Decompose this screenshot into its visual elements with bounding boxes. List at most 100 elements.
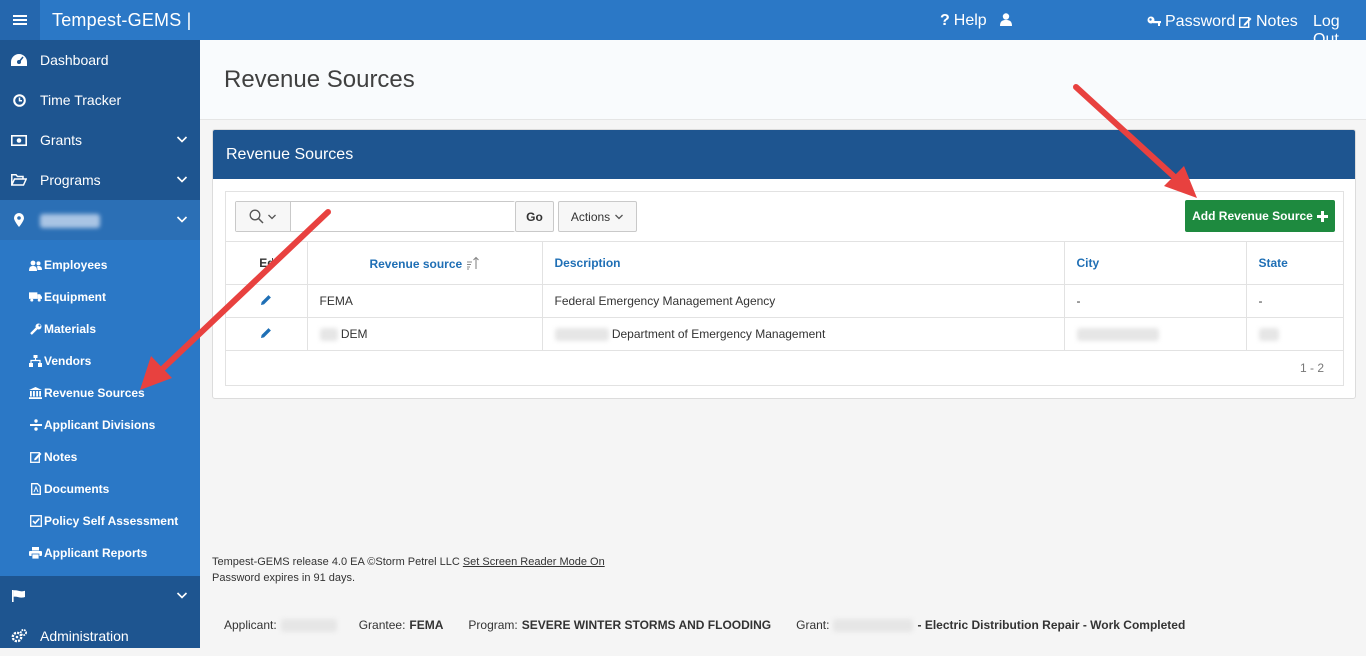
question-icon: ? (940, 12, 950, 29)
sidebar-item-administration[interactable]: Administration (0, 616, 200, 656)
money-icon (11, 132, 27, 148)
hamburger-menu-icon[interactable] (0, 0, 40, 40)
sidebar-item-programs[interactable]: Programs (0, 160, 200, 200)
map-marker-icon (11, 212, 27, 228)
applicant-name-redacted (40, 212, 100, 229)
bank-icon (29, 387, 42, 400)
clock-icon (11, 92, 27, 108)
password-expiry: Password expires in 91 days. (212, 572, 356, 584)
sort-ascending-icon (466, 256, 479, 269)
sidebar-item-applicant-reports[interactable]: Applicant Reports (0, 537, 200, 569)
chevron-up-icon (176, 216, 188, 223)
page-title: Revenue Sources (224, 66, 415, 93)
grant-id-redacted (833, 618, 914, 632)
sidebar-item-vendors[interactable]: Vendors (0, 345, 200, 377)
program-value: SEVERE WINTER STORMS AND FLOODING (521, 618, 772, 632)
screen-reader-mode-link[interactable]: Set Screen Reader Mode On (463, 556, 605, 568)
file-pdf-icon (29, 483, 42, 496)
check-square-icon (29, 515, 42, 528)
state-cell: - (1246, 284, 1343, 318)
chevron-down-icon (176, 136, 188, 143)
password-link[interactable]: Password (1147, 13, 1235, 31)
applicant-submenu: Employees Equipment Materials Vendors Re… (0, 240, 200, 576)
key-icon (1147, 16, 1161, 26)
edit-cell (226, 317, 308, 351)
search-icon (249, 209, 264, 224)
table-header-row: Edit Revenue source Description City Sta… (226, 241, 1343, 285)
truck-icon (29, 291, 42, 304)
divide-icon (29, 419, 42, 432)
chevron-down-icon (268, 214, 276, 219)
print-icon (29, 547, 42, 560)
sidebar-item-documents[interactable]: Documents (0, 473, 200, 505)
state-cell (1246, 317, 1343, 351)
sidebar-item-revenue-sources[interactable]: Revenue Sources (0, 377, 200, 409)
notes-link[interactable]: Notes (1239, 13, 1298, 31)
search-bar (235, 201, 515, 232)
actions-menu-button[interactable]: Actions (558, 201, 637, 232)
top-navigation-bar: Tempest-GEMS | ? Help Password Notes Log… (0, 0, 1366, 48)
plus-icon (1316, 210, 1328, 222)
grantee-label: Grantee: (358, 618, 406, 632)
app-title[interactable]: Tempest-GEMS | (52, 10, 192, 31)
flag-icon (11, 588, 27, 604)
description-cell: Federal Emergency Management Agency (542, 284, 1065, 318)
release-info: Tempest-GEMS release 4.0 EA ©Storm Petre… (212, 556, 605, 568)
sidebar-item-notes[interactable]: Notes (0, 441, 200, 473)
applicant-label: Applicant: (224, 618, 277, 632)
edit-icon (29, 451, 42, 464)
grant-value: - Electric Distribution Repair - Work Co… (917, 618, 1186, 632)
column-header-description[interactable]: Description (542, 241, 1065, 285)
help-link[interactable]: ? Help (940, 12, 987, 30)
city-cell: - (1064, 284, 1247, 318)
dashboard-icon (11, 52, 27, 68)
footer: Tempest-GEMS release 4.0 EA ©Storm Petre… (212, 554, 605, 586)
grant-label: Grant: (796, 618, 830, 632)
revenue-source-cell: FEMA (307, 284, 543, 318)
column-header-edit[interactable]: Edit (226, 241, 308, 285)
search-input[interactable] (292, 202, 515, 231)
sitemap-icon (29, 355, 42, 368)
go-button[interactable]: Go (515, 201, 554, 232)
chevron-down-icon (176, 176, 188, 183)
report-toolbar: Go Actions Add Revenue Source (226, 192, 1343, 241)
column-header-city[interactable]: City (1064, 241, 1247, 285)
program-label: Program: (468, 618, 518, 632)
pencil-icon[interactable] (260, 294, 272, 306)
region-title: Revenue Sources (213, 130, 1355, 179)
edit-icon (1239, 17, 1252, 28)
revenue-source-cell: DEM (307, 317, 543, 351)
sidebar: Dashboard Time Tracker Grants Programs E… (0, 40, 200, 648)
grantee-value: FEMA (409, 618, 444, 632)
city-cell (1064, 317, 1247, 351)
sidebar-item-materials[interactable]: Materials (0, 313, 200, 345)
add-revenue-source-button[interactable]: Add Revenue Source (1185, 200, 1335, 232)
applicant-value-redacted (280, 618, 337, 632)
page-header: Revenue Sources (200, 40, 1366, 120)
sidebar-item-applicant[interactable] (0, 200, 200, 240)
sidebar-item-grants[interactable]: Grants (0, 120, 200, 160)
sidebar-item-time-tracker[interactable]: Time Tracker (0, 80, 200, 120)
sidebar-item-policy-self-assessment[interactable]: Policy Self Assessment (0, 505, 200, 537)
chevron-down-icon (615, 214, 624, 219)
context-bar: Applicant: Grantee: FEMA Program: SEVERE… (224, 618, 1185, 632)
sidebar-item-flag[interactable] (0, 576, 200, 616)
user-profile-button[interactable] (1000, 13, 1012, 26)
users-icon (29, 259, 42, 272)
search-column-selector[interactable] (236, 202, 291, 231)
interactive-report: Go Actions Add Revenue Source Edit Reven… (225, 191, 1344, 386)
user-icon (1000, 13, 1012, 26)
chevron-down-icon (176, 592, 188, 599)
pencil-icon[interactable] (260, 327, 272, 339)
wrench-icon (29, 323, 42, 336)
table-row: DEM Department of Emergency Management (226, 317, 1343, 351)
sidebar-item-employees[interactable]: Employees (0, 249, 200, 281)
sidebar-item-equipment[interactable]: Equipment (0, 281, 200, 313)
sidebar-item-dashboard[interactable]: Dashboard (0, 40, 200, 80)
column-header-state[interactable]: State (1246, 241, 1343, 285)
description-cell: Department of Emergency Management (542, 317, 1065, 351)
sidebar-item-applicant-divisions[interactable]: Applicant Divisions (0, 409, 200, 441)
table-row: FEMA Federal Emergency Management Agency… (226, 284, 1343, 318)
revenue-sources-region: Revenue Sources Go Actions Add Revenue S… (212, 129, 1356, 399)
column-header-revenue-source[interactable]: Revenue source (307, 241, 543, 285)
